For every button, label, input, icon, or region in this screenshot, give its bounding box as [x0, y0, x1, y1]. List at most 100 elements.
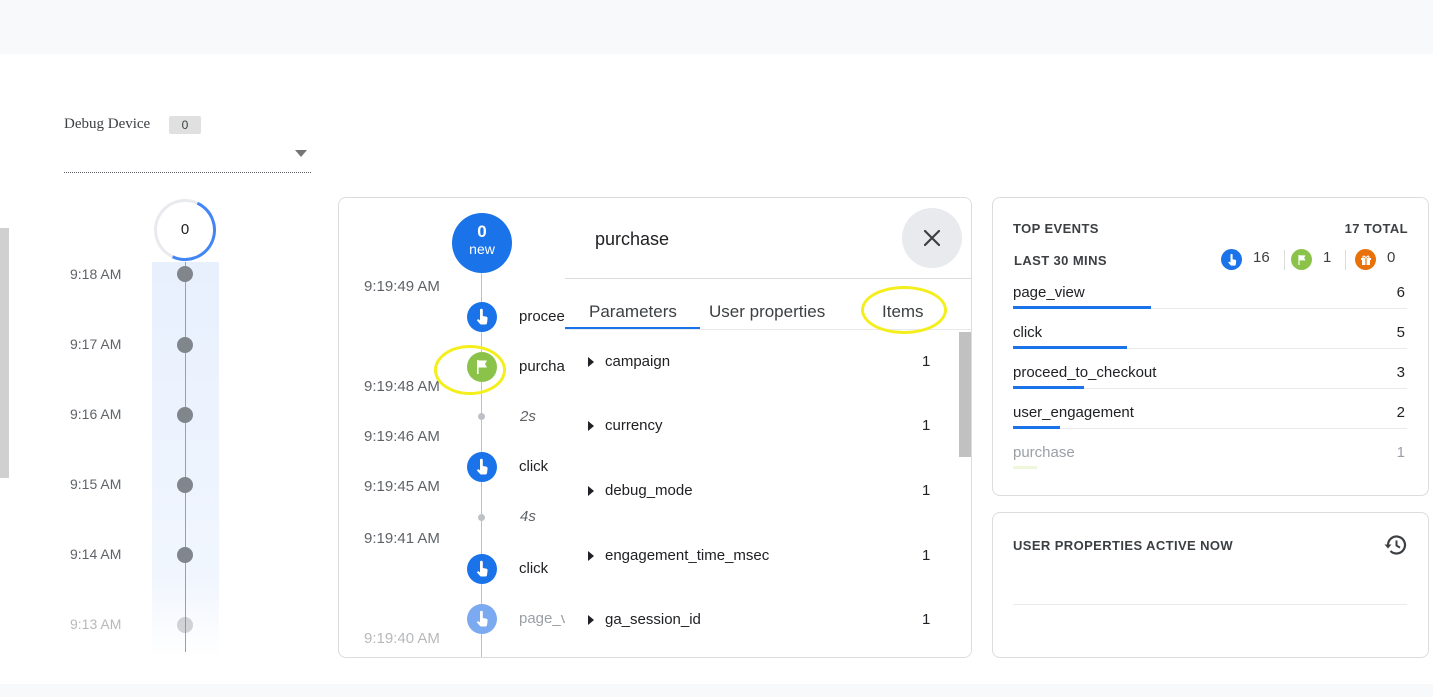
second-time: 9:19:48 AM — [364, 378, 440, 395]
top-event-bar — [1013, 346, 1127, 349]
param-row[interactable]: ga_session_id 1 — [565, 607, 955, 637]
user-properties-heading: USER PROPERTIES ACTIVE NOW — [1013, 538, 1234, 553]
top-event-row[interactable]: proceed_to_checkout 3 — [1013, 364, 1407, 404]
history-button[interactable] — [1383, 532, 1409, 558]
top-event-name: proceed_to_checkout — [1013, 364, 1157, 381]
param-name: currency — [605, 417, 663, 434]
top-event-row[interactable]: page_view 6 — [1013, 284, 1407, 324]
user-properties-divider — [1013, 604, 1407, 605]
caret-right-icon — [588, 615, 594, 625]
minute-dot[interactable] — [177, 407, 193, 423]
top-event-count: 3 — [1396, 364, 1405, 381]
bottom-bar — [0, 684, 1433, 697]
caret-right-icon — [588, 357, 594, 367]
event-name[interactable]: click — [519, 458, 548, 475]
close-icon — [923, 229, 941, 247]
stat-count: 0 — [1387, 249, 1396, 266]
top-event-bar — [1013, 466, 1037, 469]
close-button[interactable] — [902, 208, 962, 268]
top-event-count: 2 — [1396, 404, 1405, 421]
top-event-name: purchase — [1013, 444, 1075, 461]
gap-duration: 4s — [520, 508, 536, 525]
detail-divider — [565, 278, 971, 279]
minute-time: 9:13 AM — [70, 616, 122, 632]
minute-dot[interactable] — [177, 477, 193, 493]
gap-dot — [478, 514, 485, 521]
active-tab-indicator — [565, 327, 700, 329]
param-name: engagement_time_msec — [605, 547, 770, 564]
param-count: 1 — [922, 353, 931, 370]
new-events-count: 0 — [477, 222, 487, 241]
second-time: 9:19:40 AM — [364, 630, 440, 647]
param-name: campaign — [605, 353, 671, 370]
top-event-name: click — [1013, 324, 1043, 341]
event-detail-panel: purchase Parameters User properties Item… — [565, 198, 971, 657]
touch-icon — [1221, 249, 1242, 270]
top-events-card: TOP EVENTS 17 TOTAL LAST 30 MINS 16 1 0 … — [992, 197, 1429, 496]
minutes-stream-line — [185, 262, 186, 652]
param-row[interactable]: debug_mode 1 — [565, 478, 955, 508]
param-name: ga_session_id — [605, 611, 701, 628]
param-count: 1 — [922, 482, 931, 499]
top-events-heading: TOP EVENTS — [1013, 221, 1099, 236]
top-event-bar — [1013, 426, 1060, 429]
param-name: debug_mode — [605, 482, 693, 499]
param-row[interactable]: currency 1 — [565, 413, 955, 443]
second-time: 9:19:45 AM — [364, 478, 440, 495]
touch-icon[interactable] — [467, 452, 497, 482]
tab-parameters[interactable]: Parameters — [589, 302, 677, 322]
time-range-label: LAST 30 MINS — [1014, 253, 1107, 268]
param-count: 1 — [922, 611, 931, 628]
minute-dot[interactable] — [177, 337, 193, 353]
top-event-name: page_view — [1013, 284, 1085, 301]
top-event-row[interactable]: click 5 — [1013, 324, 1407, 364]
top-event-row[interactable]: user_engagement 2 — [1013, 404, 1407, 444]
new-events-button[interactable]: 0 new — [452, 213, 512, 273]
debug-device-dropdown[interactable] — [64, 140, 311, 173]
minute-time: 9:17 AM — [70, 336, 122, 352]
flag-icon — [1291, 249, 1312, 270]
left-scroll-edge — [0, 228, 9, 478]
gift-icon — [1355, 249, 1376, 270]
event-detail-title: purchase — [595, 229, 670, 249]
history-icon — [1384, 535, 1407, 555]
current-minute-count: 0 — [180, 221, 190, 238]
chevron-down-icon — [295, 150, 307, 157]
minute-time: 9:15 AM — [70, 476, 122, 492]
user-properties-card: USER PROPERTIES ACTIVE NOW — [992, 512, 1429, 658]
touch-icon[interactable] — [467, 554, 497, 584]
minute-dot[interactable] — [177, 547, 193, 563]
top-bar — [0, 0, 1433, 54]
second-time: 9:19:46 AM — [364, 428, 440, 445]
top-event-bar — [1013, 386, 1084, 389]
second-time: 9:19:41 AM — [364, 530, 440, 547]
param-row[interactable]: campaign 1 — [565, 349, 955, 379]
top-event-count: 5 — [1396, 324, 1405, 341]
event-name[interactable]: click — [519, 560, 548, 577]
seconds-stream-card: 0 new 9:19:49 AM 9:19:48 AM 9:19:46 AM 9… — [338, 197, 972, 658]
minute-dot[interactable] — [177, 266, 193, 282]
minute-time: 9:14 AM — [70, 546, 122, 562]
flag-icon[interactable] — [467, 352, 497, 382]
stat-separator — [1284, 250, 1285, 270]
minute-dot[interactable] — [177, 617, 193, 633]
touch-icon[interactable] — [467, 302, 497, 332]
top-event-row[interactable]: purchase 1 — [1013, 444, 1407, 484]
event-name[interactable]: purcha — [519, 358, 565, 375]
event-name[interactable]: procee — [519, 308, 565, 325]
tab-user-properties[interactable]: User properties — [709, 302, 825, 322]
second-time: 9:19:49 AM — [364, 278, 440, 295]
param-count: 1 — [922, 417, 931, 434]
stat-separator — [1345, 250, 1346, 270]
top-event-bar — [1013, 306, 1151, 309]
tabs-divider — [565, 329, 971, 330]
touch-icon[interactable] — [467, 604, 497, 634]
event-name[interactable]: page_v — [519, 610, 568, 627]
minute-time: 9:18 AM — [70, 266, 122, 282]
top-event-count: 6 — [1396, 284, 1405, 301]
debug-device-count: 0 — [169, 116, 201, 134]
tab-items[interactable]: Items — [882, 302, 924, 322]
params-scrollbar[interactable] — [959, 332, 971, 457]
param-row[interactable]: engagement_time_msec 1 — [565, 543, 955, 573]
top-event-name: user_engagement — [1013, 404, 1134, 421]
